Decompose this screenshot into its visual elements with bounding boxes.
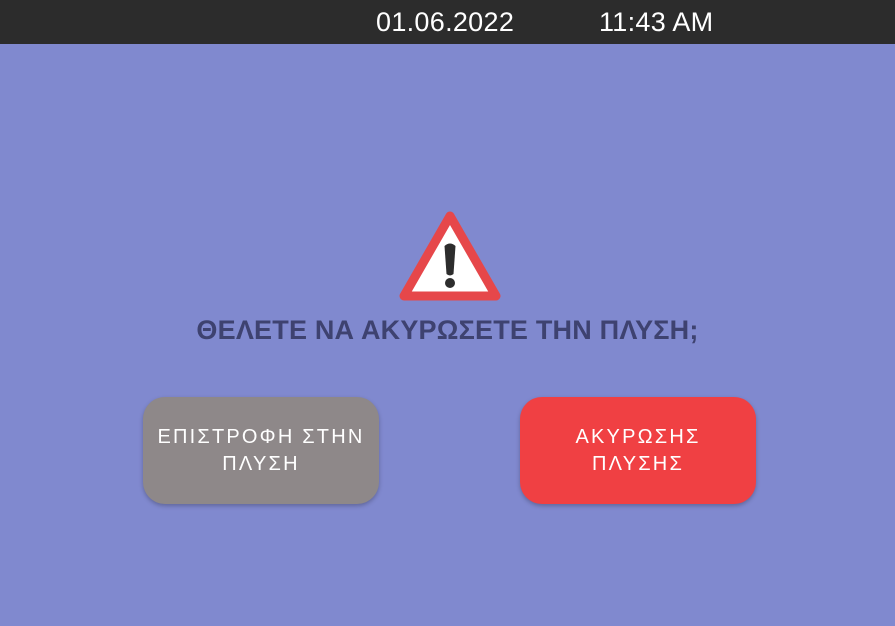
cancel-button-label-line2: ΠΛΥΣΗΣ — [591, 452, 685, 475]
return-button-label-line1: ΕΠΙΣΤΡΟΦΗ ΣΤΗΝ — [157, 425, 365, 448]
status-time: 11:43 AM — [599, 7, 714, 37]
status-date: 01.06.2022 — [376, 7, 515, 37]
cancel-button-label-line1: ΑΚΥΡΩΣΗΣ — [575, 425, 701, 448]
return-button-label-line2: ΠΛΥΣΗ — [222, 452, 300, 475]
warning-icon — [399, 211, 501, 301]
cancel-wash-button[interactable]: ΑΚΥΡΩΣΗΣ ΠΛΥΣΗΣ — [520, 397, 756, 504]
return-to-wash-button[interactable]: ΕΠΙΣΤΡΟΦΗ ΣΤΗΝ ΠΛΥΣΗ — [143, 397, 379, 504]
cancel-wash-question: ΘΕΛΕΤΕ ΝΑ ΑΚΥΡΩΣΕΤΕ ΤΗΝ ΠΛΥΣΗ; — [196, 315, 699, 345]
status-bar: 01.06.2022 11:43 AM — [0, 0, 895, 44]
